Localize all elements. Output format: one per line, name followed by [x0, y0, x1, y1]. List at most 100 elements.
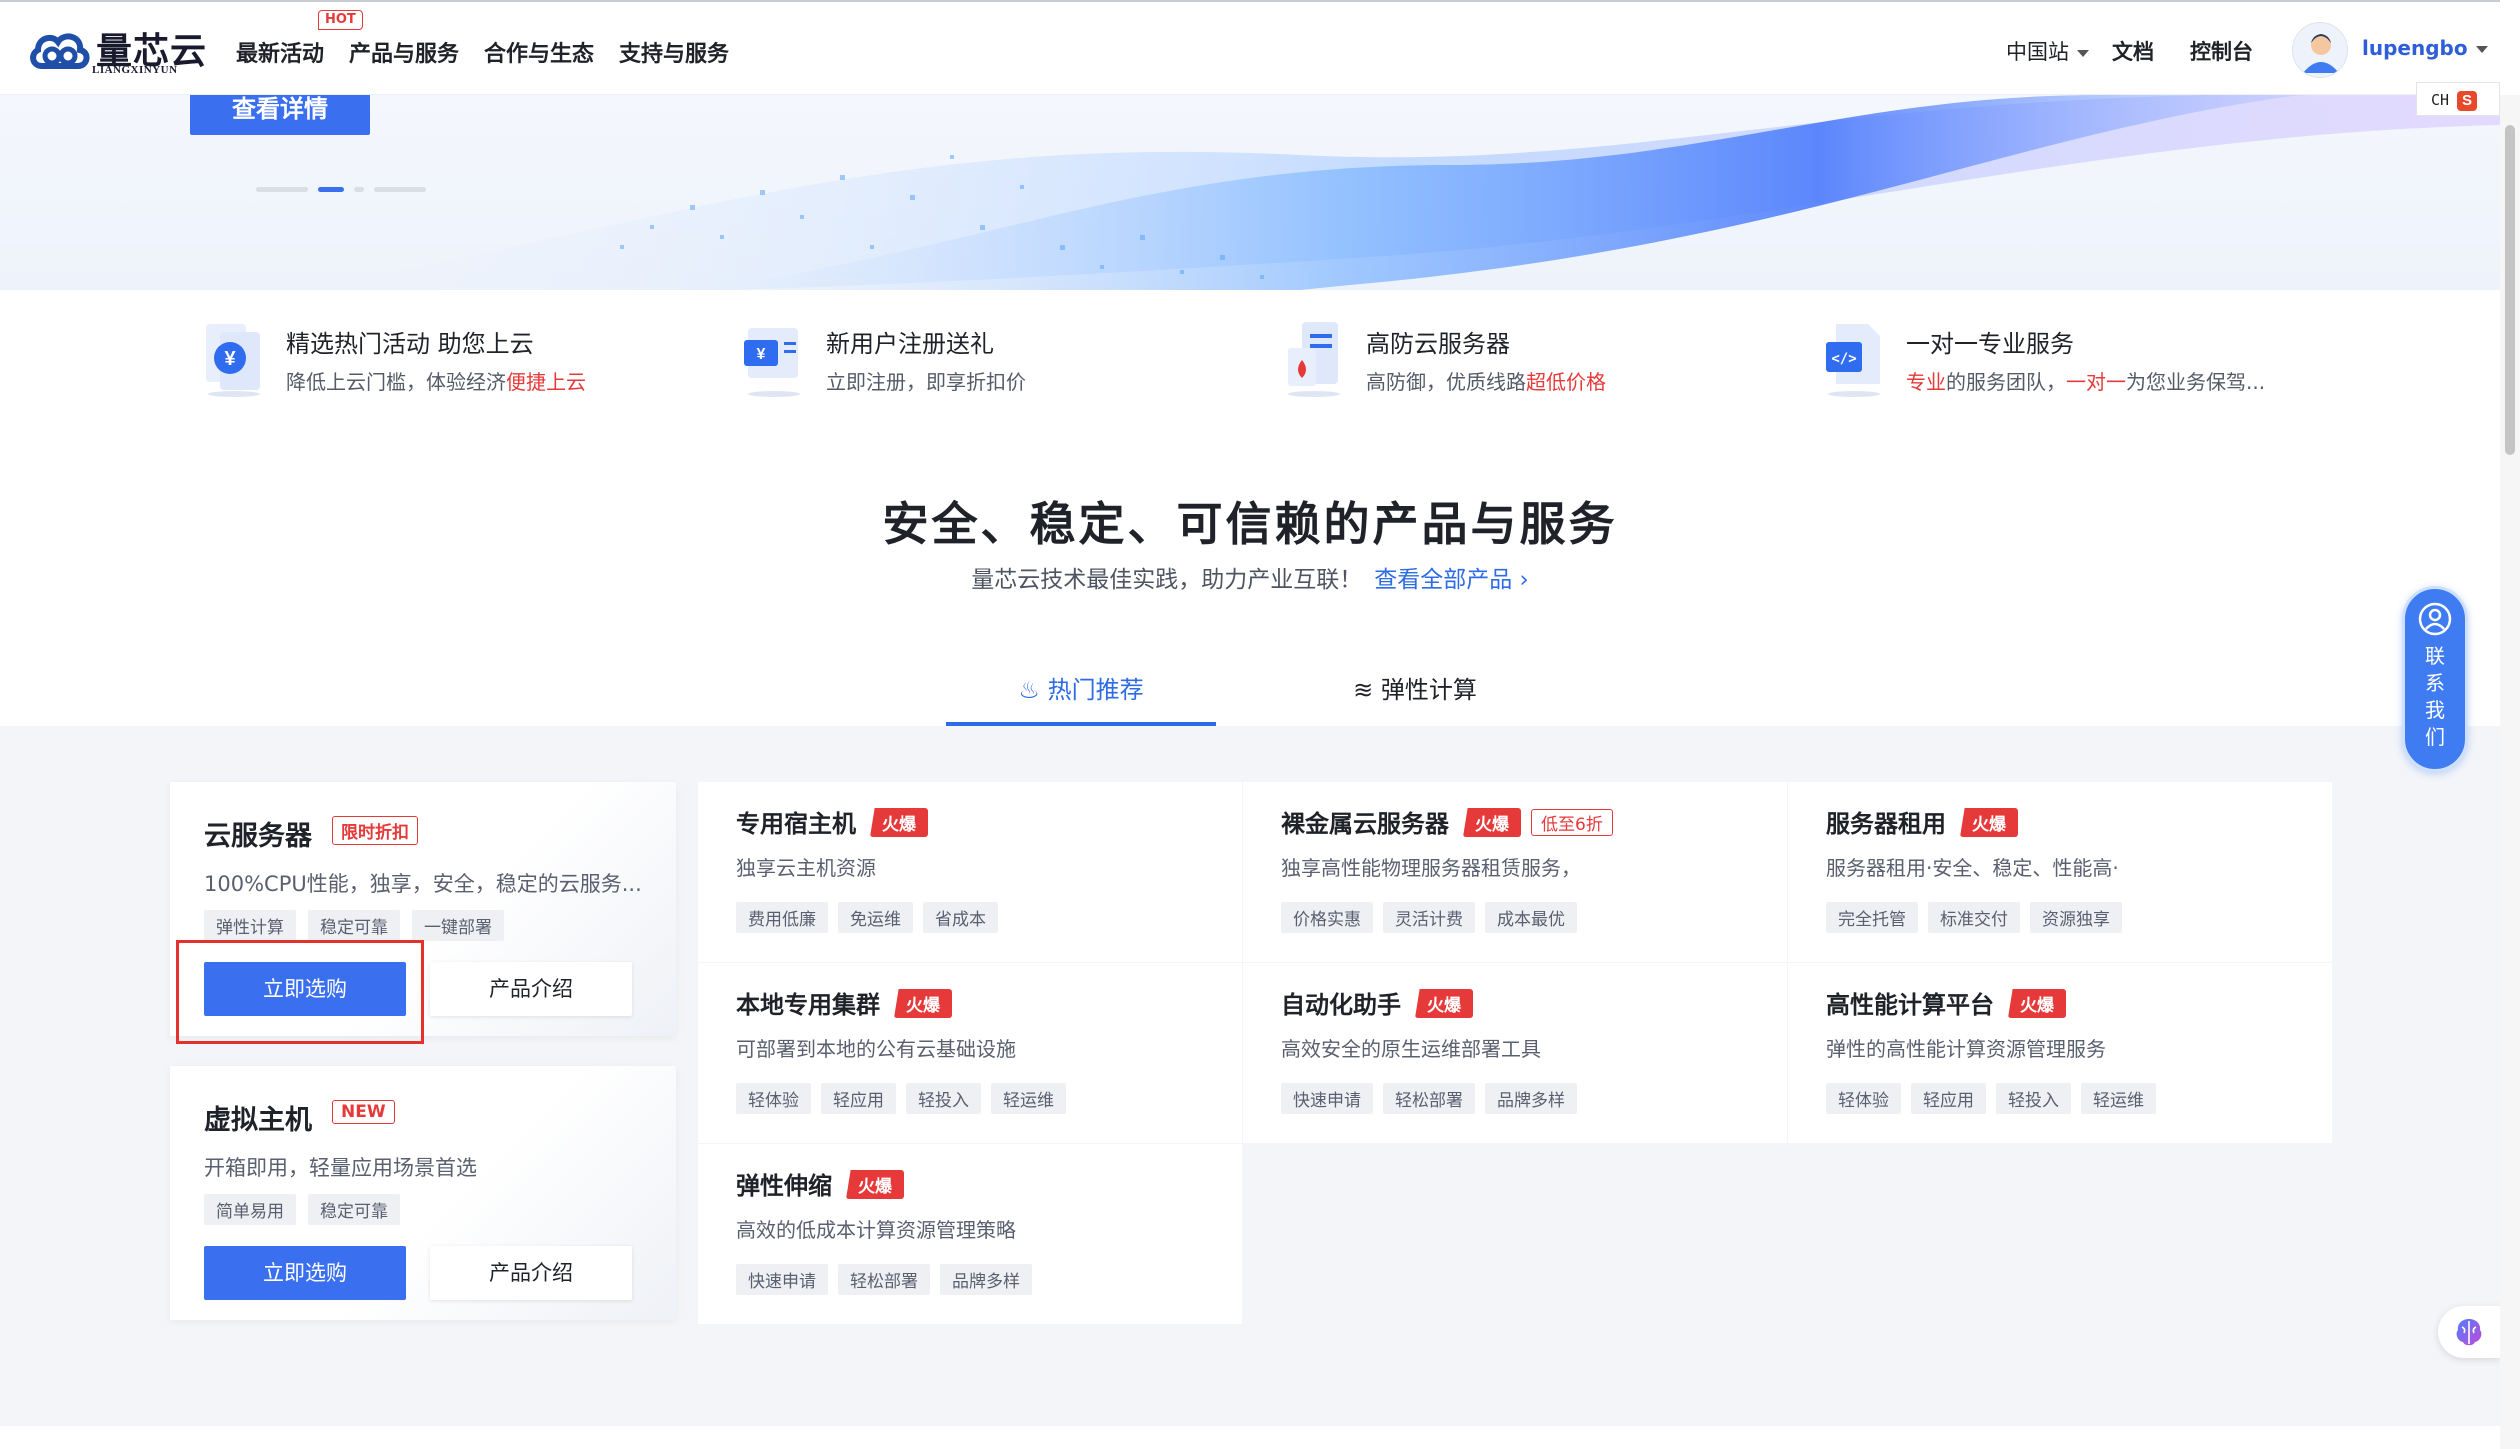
product-intro-button[interactable]: 产品介绍	[430, 962, 632, 1016]
discount-badge: 限时折扣	[332, 816, 418, 845]
tag: 资源独享	[2030, 902, 2122, 933]
card-tags: 弹性计算 稳定可靠 一键部署	[204, 910, 504, 941]
contact-char: 系	[2425, 671, 2445, 695]
product-card-virtual-host: 虚拟主机 NEW 开箱即用，轻量应用场景首选 简单易用 稳定可靠 立即选购 产品…	[170, 1066, 676, 1320]
product-desc: 独享云主机资源	[736, 856, 876, 880]
ai-assistant-button[interactable]	[2438, 1306, 2500, 1358]
feature-item[interactable]: 高防云服务器 高防御，优质线路超低价格	[1280, 318, 1780, 408]
product-cell-auto-scaling[interactable]: 弹性伸缩 火爆 高效的低成本计算资源管理策略 快速申请 轻松部署 品牌多样	[698, 1144, 1242, 1324]
product-tags: 完全托管 标准交付 资源独享	[1826, 902, 2122, 933]
product-tags: 价格实惠 灵活计费 成本最优	[1281, 902, 1577, 933]
docs-link[interactable]: 文档	[2112, 36, 2154, 66]
feature-item[interactable]: ¥ 精选热门活动 助您上云 降低上云门槛，体验经济便捷上云	[200, 318, 700, 408]
tab-hot-recommend[interactable]: ♨ 热门推荐	[946, 670, 1216, 726]
main-nav: 最新活动 HOT 产品与服务 合作与生态 支持与服务	[236, 10, 754, 68]
tag: 价格实惠	[1281, 902, 1373, 933]
nav-partners-ecosystem[interactable]: 合作与生态	[484, 36, 594, 68]
product-title-text: 高性能计算平台	[1826, 991, 1994, 1019]
product-cell-bare-metal[interactable]: 裸金属云服务器 火爆 低至6折 独享高性能物理服务器租赁服务， 价格实惠 灵活计费 …	[1243, 782, 1787, 962]
vertical-scrollbar[interactable]	[2500, 95, 2520, 1449]
tab-label: 热门推荐	[1047, 676, 1144, 704]
product-tags: 轻体验 轻应用 轻投入 轻运维	[736, 1083, 1066, 1114]
section-subtitle: 量芯云技术最佳实践，助力产业互联！ 查看全部产品 ›	[0, 560, 2500, 594]
hot-badge: HOT	[318, 10, 363, 30]
product-grid: 专用宿主机 火爆 独享云主机资源 费用低廉 免运维 省成本 裸金属云服务器 火爆 低至…	[698, 782, 2332, 1326]
carousel-dot-active[interactable]	[318, 187, 344, 192]
product-tags: 快速申请 轻松部署 品牌多样	[1281, 1083, 1577, 1114]
view-all-products-link[interactable]: 查看全部产品 ›	[1374, 567, 1529, 593]
logo[interactable]: 量芯云 LIANGXINYUN	[28, 20, 218, 80]
tab-label: 弹性计算	[1380, 676, 1477, 704]
tab-elastic-compute[interactable]: ≋ 弹性计算	[1280, 670, 1550, 726]
hot-badge: 火爆	[846, 1170, 904, 1199]
product-cell-dedicated-host[interactable]: 专用宿主机 火爆 独享云主机资源 费用低廉 免运维 省成本	[698, 782, 1242, 962]
tag: 轻投入	[1996, 1083, 2071, 1114]
product-title-text: 自动化助手	[1281, 991, 1401, 1019]
tag: 简单易用	[204, 1194, 296, 1225]
contact-label: 联 系 我 们	[2405, 643, 2465, 751]
buy-now-button[interactable]: 立即选购	[204, 1246, 406, 1300]
feature-highlights: ¥ 精选热门活动 助您上云 降低上云门槛，体验经济便捷上云 ¥ 新用户注册送礼 …	[200, 318, 2320, 408]
product-tags: 费用低廉 免运维 省成本	[736, 902, 998, 933]
card-desc: 开箱即用，轻量应用场景首选	[204, 1156, 477, 1180]
tag: 轻体验	[736, 1083, 811, 1114]
top-navbar: 量芯云 LIANGXINYUN 最新活动 HOT 产品与服务 合作与生态 支持与…	[0, 0, 2500, 95]
svg-text:¥: ¥	[224, 348, 236, 370]
product-cell-hpc-platform[interactable]: 高性能计算平台 火爆 弹性的高性能计算资源管理服务 轻体验 轻应用 轻投入 轻运维	[1788, 963, 2332, 1143]
carousel-dot[interactable]	[354, 187, 364, 192]
contact-us-button[interactable]: 联 系 我 们	[2402, 586, 2468, 772]
feature-desc-text: 高防御，优质线路	[1366, 370, 1526, 394]
product-title-text: 专用宿主机	[736, 810, 856, 838]
region-selector[interactable]: 中国站	[2006, 36, 2089, 66]
product-title-text: 弹性伸缩	[736, 1172, 832, 1200]
tag: 轻应用	[1911, 1083, 1986, 1114]
product-desc: 高效安全的原生运维部署工具	[1281, 1037, 1541, 1061]
card-title: 虚拟主机	[204, 1105, 312, 1136]
svg-text:</>: </>	[1831, 351, 1856, 367]
tag: 轻运维	[991, 1083, 1066, 1114]
contact-char: 我	[2425, 698, 2445, 722]
flame-icon: ♨	[1018, 676, 1040, 704]
tag: 轻应用	[821, 1083, 896, 1114]
product-cell-server-rental[interactable]: 服务器租用 火爆 服务器租用·安全、稳定、性能高· 完全托管 标准交付 资源独享	[1788, 782, 2332, 962]
discount-badge: 低至6折	[1531, 809, 1613, 836]
tag: 快速申请	[736, 1264, 828, 1295]
nav-support-services[interactable]: 支持与服务	[619, 36, 729, 68]
avatar[interactable]	[2292, 22, 2348, 78]
tag: 轻投入	[906, 1083, 981, 1114]
scrollbar-thumb[interactable]	[2505, 125, 2515, 455]
ime-indicator[interactable]: CH S	[2416, 82, 2500, 116]
console-link[interactable]: 控制台	[2190, 36, 2253, 66]
brain-icon	[2456, 1319, 2482, 1346]
chevron-down-icon	[2475, 46, 2488, 53]
gift-card-icon: ¥	[744, 328, 800, 397]
nav-latest-activities[interactable]: 最新活动 HOT	[236, 10, 363, 68]
feature-title: 精选热门活动 助您上云	[286, 330, 534, 358]
product-title: 专用宿主机 火爆	[736, 804, 928, 839]
region-label: 中国站	[2006, 40, 2069, 64]
card-desc: 100%CPU性能，独享，安全，稳定的云服务...	[204, 872, 642, 896]
feature-desc-text: 的服务团队，	[1946, 370, 2066, 394]
product-title-text: 裸金属云服务器	[1281, 810, 1449, 838]
feature-item[interactable]: </> 一对一专业服务 专业的服务团队，一对一为您业务保驾...	[1820, 318, 2320, 408]
hot-badge: 火爆	[894, 989, 952, 1018]
buy-now-button[interactable]: 立即选购	[204, 962, 406, 1016]
feature-desc-highlight: 专业	[1906, 370, 1946, 394]
banner-wave-graphic	[300, 95, 2500, 290]
product-card-cloud-server: 云服务器 限时折扣 100%CPU性能，独享，安全，稳定的云服务... 弹性计算…	[170, 782, 676, 1036]
product-tabs: ♨ 热门推荐 ≋ 弹性计算	[0, 660, 2500, 726]
feature-item[interactable]: ¥ 新用户注册送礼 立即注册，即享折扣价	[740, 318, 1240, 408]
view-details-button[interactable]: 查看详情	[190, 95, 370, 135]
product-intro-button[interactable]: 产品介绍	[430, 1246, 632, 1300]
tag: 标准交付	[1928, 902, 2020, 933]
carousel-dot[interactable]	[374, 187, 426, 192]
nav-products-services[interactable]: 产品与服务	[349, 36, 459, 68]
product-title: 弹性伸缩 火爆	[736, 1166, 904, 1201]
ime-lang: CH	[2431, 91, 2450, 109]
product-cell-local-cluster[interactable]: 本地专用集群 火爆 可部署到本地的公有云基础设施 轻体验 轻应用 轻投入 轻运维	[698, 963, 1242, 1143]
user-menu[interactable]: lupengbo	[2362, 36, 2488, 60]
product-tags: 轻体验 轻应用 轻投入 轻运维	[1826, 1083, 2156, 1114]
product-cell-automation-assistant[interactable]: 自动化助手 火爆 高效安全的原生运维部署工具 快速申请 轻松部署 品牌多样	[1243, 963, 1787, 1143]
tag: 免运维	[838, 902, 913, 933]
carousel-dot[interactable]	[256, 187, 308, 192]
